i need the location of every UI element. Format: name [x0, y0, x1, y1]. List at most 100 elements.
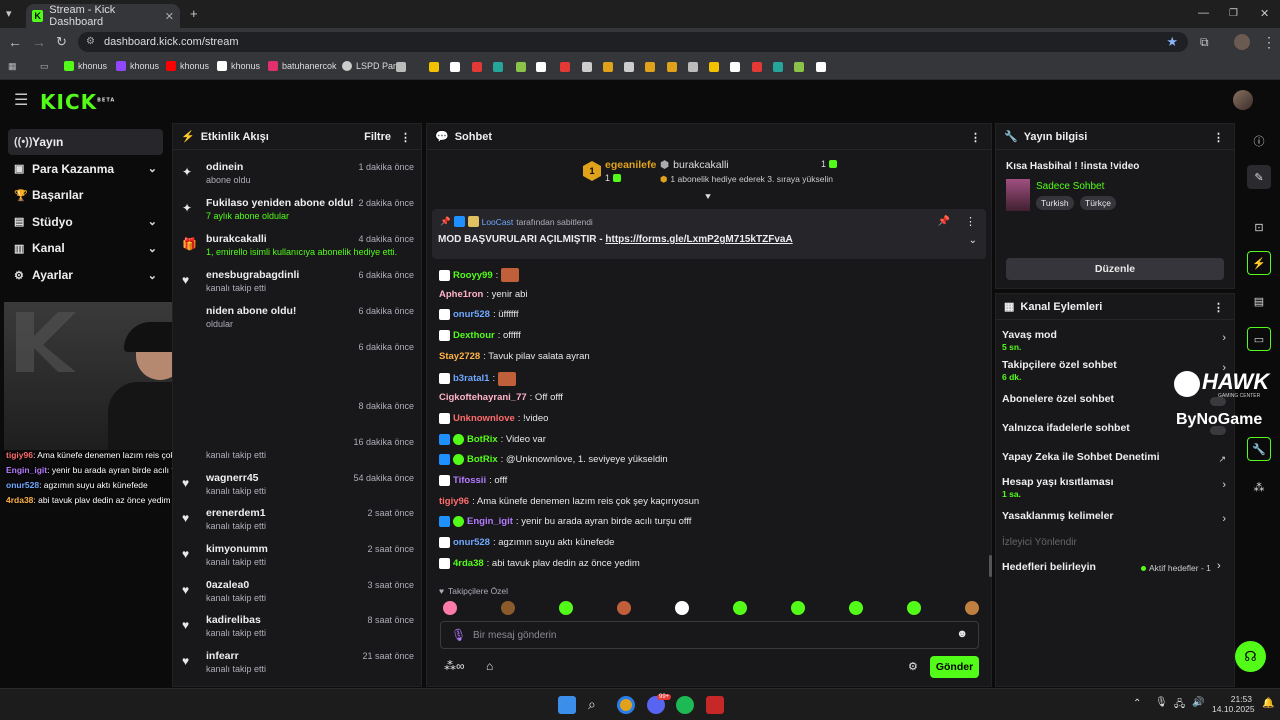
chat-icon[interactable]: ▭	[1247, 327, 1271, 351]
notifications-icon[interactable]: 🔔	[1262, 698, 1274, 709]
pencil-icon[interactable]: ✎	[1247, 165, 1271, 189]
url-input[interactable]: ⚙ dashboard.kick.com/stream ★	[78, 32, 1188, 52]
minimize-icon[interactable]: —	[1198, 6, 1209, 20]
bookmark-shortcut-icon[interactable]	[536, 62, 546, 72]
activity-event[interactable]: ♥ erenerdem1 kanalı takip etti 2 saat önce	[182, 503, 414, 538]
send-button[interactable]: Gönder	[930, 656, 979, 678]
chat-message[interactable]: onur528: agzımın suyu aktı künefede	[439, 537, 614, 549]
info-icon[interactable]: ⓘ	[1247, 129, 1271, 153]
activity-event[interactable]: ♥ wagnerr45 kanalı takip etti 54 dakika önc…	[182, 468, 414, 503]
chat-message[interactable]: Rooyy99:	[439, 268, 520, 282]
expand-chevron-icon[interactable]: ⌄	[969, 235, 977, 246]
network-icon[interactable]: 🖧	[1174, 697, 1185, 714]
bookmark-shortcut-icon[interactable]	[624, 62, 634, 72]
chat-username[interactable]: b3ratal1	[453, 373, 489, 384]
sidebar-item-3[interactable]: ▤ Stüdyo ⌄	[8, 209, 163, 235]
bookmark-shortcut-icon[interactable]	[709, 62, 719, 72]
set-goals[interactable]: Hedefleri belirleyin	[1002, 561, 1096, 573]
edit-button[interactable]: Düzenle	[1006, 258, 1224, 280]
user-avatar[interactable]	[1233, 90, 1253, 110]
chat-username[interactable]: BotRix	[467, 434, 498, 445]
tab-list-icon[interactable]: ▾	[6, 7, 12, 21]
activity-event[interactable]: kanalı takip etti 16 dakika önce	[182, 432, 414, 467]
chat-message[interactable]: Unknownlove: !video	[439, 412, 548, 424]
apps-grid-icon[interactable]: ▦	[8, 61, 17, 72]
chat-username[interactable]: Stay2728	[439, 351, 480, 362]
tab-close-icon[interactable]: ✕	[165, 10, 174, 23]
activity-menu-icon[interactable]: ⋮	[400, 131, 411, 144]
collapse-leaderboard-icon[interactable]: ⯆	[704, 192, 712, 203]
bookmark-shortcut-icon[interactable]	[688, 62, 698, 72]
bookmark-5[interactable]: batuhanercok	[268, 61, 337, 71]
kick-points-icon[interactable]: ⁂∞	[444, 659, 465, 673]
wrench-icon[interactable]: 🔧	[1247, 437, 1271, 461]
chat-username[interactable]: Aphe1ron	[439, 289, 483, 300]
chat-message[interactable]: Engin_igit: yenir bu arada ayran birde a…	[439, 516, 691, 528]
activity-event[interactable]: 8 dakika önce	[182, 396, 414, 431]
bookmark-star-icon[interactable]: ★	[1166, 34, 1178, 50]
pinned-link[interactable]: https://forms.gle/LxmP2gM715kTZFvaA	[605, 234, 792, 245]
emote-icon[interactable]	[501, 601, 515, 615]
crop-icon[interactable]: ⊡	[1247, 215, 1271, 239]
filter-button[interactable]: Filtre	[364, 131, 391, 143]
reload-icon[interactable]: ↻	[56, 35, 67, 49]
back-icon[interactable]: ←	[8, 35, 22, 49]
emote-icon[interactable]	[849, 601, 863, 615]
unpin-icon[interactable]: 📌	[938, 216, 950, 227]
emote-icon[interactable]	[791, 601, 805, 615]
bookmark-shortcut-icon[interactable]	[429, 62, 439, 72]
emote-icon[interactable]	[965, 601, 979, 615]
multi-icon[interactable]: ⁂	[1247, 475, 1271, 499]
new-tab-icon[interactable]: +	[190, 7, 198, 21]
chat-menu-icon[interactable]: ⋮	[970, 131, 981, 144]
activity-event[interactable]: ♥ enesbugrabagdinli kanalı takip etti 6 dak…	[182, 265, 414, 300]
pinned-by-user[interactable]: LooCast	[482, 217, 514, 227]
chat-username[interactable]: Unknownlove	[453, 413, 515, 424]
doc-icon[interactable]: ▤	[1247, 289, 1271, 313]
volume-icon[interactable]: 🔊	[1192, 697, 1204, 708]
profile-avatar[interactable]	[1234, 34, 1250, 50]
clock[interactable]: 21:53 14.10.2025	[1212, 694, 1255, 714]
top-gifter-name[interactable]: egeanilefe	[605, 159, 656, 171]
chat-username[interactable]: Dexthour	[453, 330, 495, 341]
bookmark-shortcut-icon[interactable]	[794, 62, 804, 72]
bookmark-shortcut-icon[interactable]	[450, 62, 460, 72]
emote-icon[interactable]	[559, 601, 573, 615]
bookmark-2[interactable]: khonus	[116, 61, 159, 71]
chat-message[interactable]: Cigkoftehayrani_77: Off offf	[439, 392, 563, 403]
bookmark-shortcut-icon[interactable]	[645, 62, 655, 72]
chat-message[interactable]: BotRix: Video var	[439, 433, 546, 445]
channel-action-item[interactable]: Yapay Zeka ile Sohbet Denetimi ↗	[1002, 451, 1226, 479]
channel-action-item[interactable]: Yasaklanmış kelimeler ›	[1002, 510, 1226, 538]
kick-logo[interactable]: KICKBETA	[40, 90, 115, 114]
chat-username[interactable]: BotRix	[467, 454, 498, 465]
support-headset-icon[interactable]: ☊	[1235, 641, 1266, 672]
lightning-icon[interactable]: ⚡	[1247, 251, 1271, 275]
activity-event[interactable]: ✦ Fukilaso yeniden abone oldu! 7 aylık abo…	[182, 193, 414, 228]
emote-icon[interactable]	[443, 601, 457, 615]
chat-username[interactable]: Cigkoftehayrani_77	[439, 392, 527, 403]
emote-icon[interactable]	[675, 601, 689, 615]
bookmark-shortcut-icon[interactable]	[582, 62, 592, 72]
chat-message[interactable]: Aphe1ron: yenir abi	[439, 289, 528, 300]
extensions-icon[interactable]: ⧉	[1200, 35, 1209, 49]
channel-action-item[interactable]: Yavaş mod 5 sn. ›	[1002, 329, 1226, 357]
chat-message[interactable]: Stay2728: Tavuk pilav salata ayran	[439, 351, 590, 362]
bookmark-shortcut-icon[interactable]	[493, 62, 503, 72]
stream-info-menu-icon[interactable]: ⋮	[1213, 131, 1224, 144]
chat-message[interactable]: b3ratal1:	[439, 371, 517, 386]
mic-tray-icon[interactable]: 🎙	[1155, 697, 1168, 708]
forward-icon[interactable]: →	[32, 35, 46, 49]
activity-event[interactable]: 🎁 burakcakalli 1, emirello isimli kullanıc…	[182, 229, 414, 264]
browser-tab[interactable]: K Stream - Kick Dashboard ✕	[26, 4, 180, 28]
activity-event[interactable]: niden abone oldu! oldular 6 dakika önce	[182, 301, 414, 336]
bookmark-shortcut-icon[interactable]	[730, 62, 740, 72]
bookmark-shortcut-icon[interactable]	[560, 62, 570, 72]
channel-action-item[interactable]: Hesap yaşı kısıtlaması 1 sa. ›	[1002, 476, 1226, 504]
tray-chevron-icon[interactable]: ⌃	[1133, 698, 1141, 709]
store-icon[interactable]: ⌂	[486, 659, 493, 673]
chat-username[interactable]: tigiy96	[439, 496, 469, 507]
microphone-icon[interactable]: 🎙	[451, 628, 466, 642]
channel-actions-menu-icon[interactable]: ⋮	[1213, 301, 1224, 314]
bookmark-shortcut-icon[interactable]	[773, 62, 783, 72]
